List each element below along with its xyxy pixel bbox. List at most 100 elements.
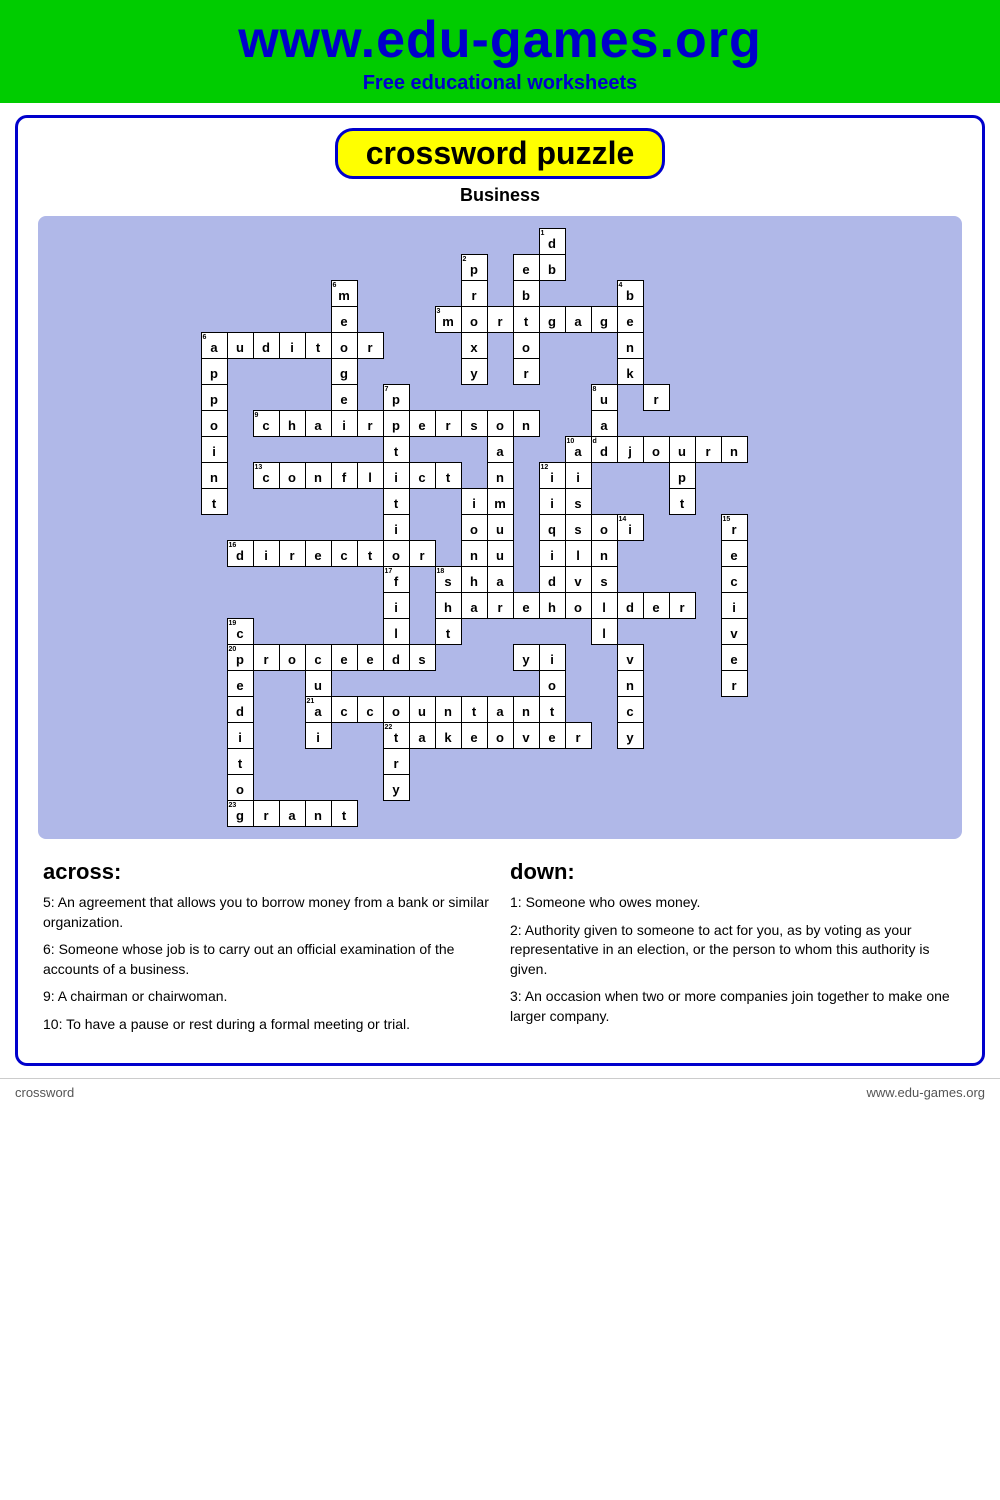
cell: t bbox=[383, 437, 409, 463]
cell: o bbox=[513, 333, 539, 359]
cell: o bbox=[279, 645, 305, 671]
cell: n bbox=[201, 463, 227, 489]
clue-across-9: 9: A chairman or chairwoman. bbox=[43, 987, 490, 1007]
cell: t bbox=[227, 749, 253, 775]
cell: i bbox=[539, 645, 565, 671]
cell: t bbox=[669, 489, 695, 515]
cell: n bbox=[305, 801, 331, 827]
cell: 15r bbox=[721, 515, 747, 541]
cell: n bbox=[487, 463, 513, 489]
cell: k bbox=[435, 723, 461, 749]
cell: v bbox=[721, 619, 747, 645]
cell: e bbox=[513, 255, 539, 281]
cell: c bbox=[721, 567, 747, 593]
cell: u bbox=[409, 697, 435, 723]
cell: d bbox=[253, 333, 279, 359]
cell: f bbox=[331, 463, 357, 489]
clue-across-10: 10: To have a pause or rest during a for… bbox=[43, 1015, 490, 1035]
cell: c bbox=[357, 697, 383, 723]
cell: r bbox=[253, 645, 279, 671]
clue-down-2: 2: Authority given to someone to act for… bbox=[510, 921, 957, 980]
cell: d bbox=[383, 645, 409, 671]
cell: t bbox=[383, 489, 409, 515]
cell: 2p bbox=[461, 255, 487, 281]
cell: v bbox=[513, 723, 539, 749]
site-tagline: Free educational worksheets bbox=[20, 72, 980, 95]
cell: o bbox=[227, 775, 253, 801]
cell: c bbox=[331, 541, 357, 567]
cell: e bbox=[331, 307, 357, 333]
cell: r bbox=[487, 593, 513, 619]
puzzle-title-wrap: crossword puzzle bbox=[28, 128, 972, 179]
cell: g bbox=[539, 307, 565, 333]
cell: i bbox=[331, 411, 357, 437]
cell: b bbox=[513, 281, 539, 307]
cell: i bbox=[253, 541, 279, 567]
cell: v bbox=[617, 645, 643, 671]
across-clues: across: 5: An agreement that allows you … bbox=[43, 859, 490, 1043]
cell: o bbox=[331, 333, 357, 359]
cell: v bbox=[565, 567, 591, 593]
cell: 23g bbox=[227, 801, 253, 827]
cell: r bbox=[357, 411, 383, 437]
cell: s bbox=[565, 515, 591, 541]
cell: 6a bbox=[201, 333, 227, 359]
cell: 6m bbox=[331, 281, 357, 307]
cell: o bbox=[487, 723, 513, 749]
cell: i bbox=[539, 541, 565, 567]
cell: i bbox=[721, 593, 747, 619]
cell: 12i bbox=[539, 463, 565, 489]
cell: l bbox=[591, 593, 617, 619]
clue-down-1: 1: Someone who owes money. bbox=[510, 893, 957, 913]
cell: h bbox=[435, 593, 461, 619]
cell: u bbox=[487, 515, 513, 541]
cell: o bbox=[487, 411, 513, 437]
cell: r bbox=[279, 541, 305, 567]
cell: t bbox=[435, 619, 461, 645]
clue-down-3: 3: An occasion when two or more companie… bbox=[510, 987, 957, 1026]
cell: n bbox=[305, 463, 331, 489]
cell: 10a bbox=[565, 437, 591, 463]
cell: n bbox=[435, 697, 461, 723]
cell: g bbox=[331, 359, 357, 385]
cell: t bbox=[435, 463, 461, 489]
cell: t bbox=[357, 541, 383, 567]
cell: e bbox=[227, 671, 253, 697]
cell: n bbox=[461, 541, 487, 567]
cell: r bbox=[409, 541, 435, 567]
cell: a bbox=[487, 567, 513, 593]
cell: l bbox=[383, 619, 409, 645]
cell: d bbox=[539, 567, 565, 593]
cell: c bbox=[409, 463, 435, 489]
down-clues: down: 1: Someone who owes money. 2: Auth… bbox=[510, 859, 957, 1043]
cell: k bbox=[617, 359, 643, 385]
cell: o bbox=[461, 307, 487, 333]
cell: 19c bbox=[227, 619, 253, 645]
cell: 14i bbox=[617, 515, 643, 541]
cell: r bbox=[643, 385, 669, 411]
cell: c bbox=[305, 645, 331, 671]
cell: u bbox=[669, 437, 695, 463]
cell: x bbox=[461, 333, 487, 359]
cell: r bbox=[487, 307, 513, 333]
cell: y bbox=[617, 723, 643, 749]
clues-section: across: 5: An agreement that allows you … bbox=[43, 859, 957, 1043]
cell: 16d bbox=[227, 541, 253, 567]
cell: o bbox=[643, 437, 669, 463]
cell: m bbox=[487, 489, 513, 515]
cell: o bbox=[565, 593, 591, 619]
clue-across-6: 6: Someone whose job is to carry out an … bbox=[43, 940, 490, 979]
cell: 1d bbox=[539, 229, 565, 255]
cell: r bbox=[721, 671, 747, 697]
cell: 21a bbox=[305, 697, 331, 723]
cell: r bbox=[513, 359, 539, 385]
cell: g bbox=[591, 307, 617, 333]
cell: a bbox=[591, 411, 617, 437]
cell: 18s bbox=[435, 567, 461, 593]
cell: 17f bbox=[383, 567, 409, 593]
puzzle-title: crossword puzzle bbox=[335, 128, 666, 179]
cell: s bbox=[591, 567, 617, 593]
cell: r bbox=[669, 593, 695, 619]
cell: a bbox=[487, 437, 513, 463]
cell: n bbox=[513, 697, 539, 723]
